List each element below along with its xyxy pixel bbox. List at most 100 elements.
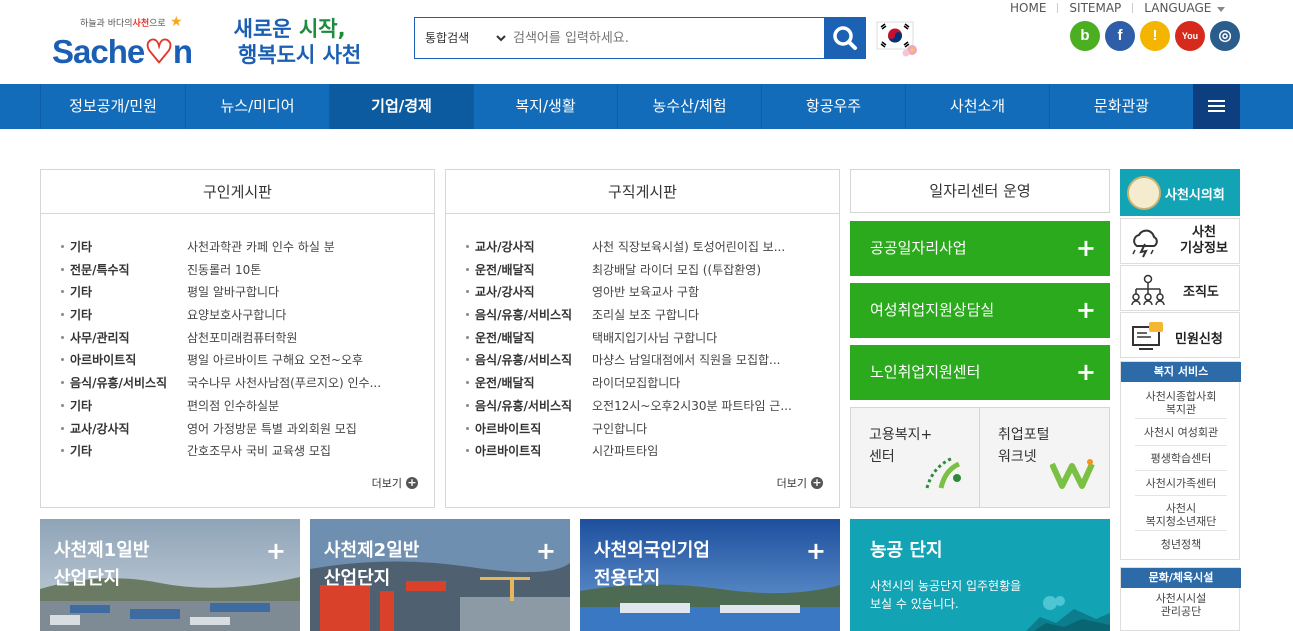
row-title[interactable]: 사천과학관 카페 인수 하실 분	[187, 238, 416, 255]
board-row[interactable]: 기타 요양보호사구합니다	[61, 304, 434, 327]
board-row[interactable]: 아르바이트직 평일 아르바이트 구해요 오전~오후	[61, 349, 434, 372]
row-title[interactable]: 평일 알바구합니다	[187, 283, 416, 300]
row-title[interactable]: 사천 직장보육시설) 토성어린이집 보...	[592, 238, 821, 255]
plus-icon: +	[1075, 234, 1096, 262]
board-row[interactable]: 아르바이트직 시간파트타임	[466, 440, 839, 463]
row-title[interactable]: 시간파트타임	[592, 442, 821, 459]
row-title[interactable]: 구인합니다	[592, 420, 821, 437]
search-scope-select[interactable]: 통합검색	[421, 26, 509, 50]
row-title[interactable]: 영아반 보육교사 구함	[592, 283, 821, 300]
row-title[interactable]: 요양보호사구합니다	[187, 306, 416, 323]
welfare-link-youth-policy[interactable]: 청년정책	[1121, 538, 1241, 551]
board-row[interactable]: 교사/강사직 영어 가정방문 특별 과외회원 모집	[61, 418, 434, 441]
kakaostory-icon[interactable]: !	[1140, 21, 1170, 51]
industrial-complex-2-tile[interactable]: 사천제2일반 산업단지 +	[310, 519, 570, 631]
board-row[interactable]: 운전/배달직 라이더모집합니다	[466, 372, 839, 395]
nav-item-aerospace[interactable]: 항공우주	[761, 84, 905, 129]
weather-label: 사천 기상정보	[1180, 225, 1228, 256]
search-button[interactable]	[824, 17, 866, 59]
welfare-link-family-center[interactable]: 사천시가족센터	[1121, 477, 1241, 490]
blog-icon[interactable]: b	[1070, 21, 1100, 51]
women-employment-button[interactable]: 여성취업지원상담실 +	[850, 283, 1110, 338]
nav-item-agriculture[interactable]: 농수산/체험	[617, 84, 761, 129]
nav-item-business[interactable]: 기업/경제	[329, 84, 473, 129]
row-title[interactable]: 오전12시~오후2시30분 파트타임 근...	[592, 397, 821, 414]
row-title[interactable]: 간호조무사 국비 교육생 모집	[187, 442, 416, 459]
row-title[interactable]: 삼천포미래컴퓨터학원	[187, 329, 416, 346]
employment-welfare-logo-icon	[925, 456, 961, 489]
row-title[interactable]: 조리실 보조 구합니다	[592, 306, 821, 323]
welfare-link-youth-foundation[interactable]: 사천시 복지청소년재단	[1121, 502, 1241, 528]
sitemap-link[interactable]: SITEMAP	[1069, 1, 1121, 15]
city-council-link[interactable]: 사천시의회	[1120, 169, 1240, 216]
org-chart-link[interactable]: 조직도	[1120, 265, 1240, 311]
row-title[interactable]: 마샹스 남일대점에서 직원을 모집합...	[592, 351, 821, 368]
board-row[interactable]: 운전/배달직 택배지입기사님 구합니다	[466, 327, 839, 350]
facebook-icon[interactable]: f	[1105, 21, 1135, 51]
employment-welfare-center-link[interactable]: 고용복지+ 센터	[851, 408, 980, 507]
nav-item-welfare[interactable]: 복지/생활	[473, 84, 617, 129]
industrial-complex-1-tile[interactable]: 사천제1일반 산업단지 +	[40, 519, 300, 631]
board-row[interactable]: 음식/유흥/서비스직 국수나무 사천사남점(푸르지오) 인수...	[61, 372, 434, 395]
board-row[interactable]: 기타 사천과학관 카페 인수 하실 분	[61, 236, 434, 259]
bullet	[466, 245, 469, 248]
row-title[interactable]: 편의점 인수하실분	[187, 397, 416, 414]
nav-item-culture[interactable]: 문화관광	[1049, 84, 1193, 129]
row-title[interactable]: 택배지입기사님 구합니다	[592, 329, 821, 346]
row-category: 아르바이트직	[475, 444, 542, 459]
welfare-link-women-hall[interactable]: 사천시 여성회관	[1121, 426, 1241, 439]
bullet	[466, 403, 469, 407]
instagram-icon[interactable]: ◎	[1210, 21, 1240, 51]
row-title[interactable]: 국수나무 사천사남점(푸르지오) 인수...	[187, 374, 416, 391]
board-row[interactable]: 교사/강사직 사천 직장보육시설) 토성어린이집 보...	[466, 236, 839, 259]
nav-item-news[interactable]: 뉴스/미디어	[185, 84, 329, 129]
menu-icon[interactable]	[1193, 84, 1240, 129]
row-title[interactable]: 최강배달 라이더 모집 ((투잡환영)	[592, 261, 821, 278]
row-category: 음식/유흥/서비스직	[475, 398, 573, 413]
senior-employment-button[interactable]: 노인취업지원센터 +	[850, 345, 1110, 400]
board-row[interactable]: 아르바이트직 구인합니다	[466, 418, 839, 441]
more-button[interactable]: 더보기 +	[372, 475, 418, 491]
civil-petition-link[interactable]: 민원신청	[1120, 312, 1240, 358]
row-title[interactable]: 라이더모집합니다	[592, 374, 821, 391]
nav-item-about[interactable]: 사천소개	[905, 84, 1049, 129]
tile-title: 사천제1일반 산업단지	[54, 540, 150, 589]
agro-industrial-complex-tile[interactable]: 농공 단지 사천시의 농공단지 입주현황을 보실 수 있습니다.	[850, 519, 1110, 631]
language-link[interactable]: LANGUAGE	[1144, 1, 1226, 15]
sacheon-logo[interactable]: 하늘과 바다의사천으로 ★ Sache♡n	[52, 14, 202, 70]
board-row[interactable]: 전문/특수직 진동롤러 10톤	[61, 259, 434, 282]
foreign-enterprise-complex-tile[interactable]: 사천외국인기업 전용단지 +	[580, 519, 840, 631]
more-button[interactable]: 더보기 +	[777, 475, 823, 491]
row-category: 음식/유흥/서비스직	[475, 308, 573, 323]
welfare-link-lifelong-learning[interactable]: 평생학습센터	[1121, 452, 1241, 465]
plus-icon: +	[805, 537, 826, 565]
board-row[interactable]: 교사/강사직 영아반 보육교사 구함	[466, 281, 839, 304]
board-row[interactable]: 기타 간호조무사 국비 교육생 모집	[61, 440, 434, 463]
youtube-icon[interactable]: You	[1175, 21, 1205, 51]
home-link[interactable]: HOME	[1010, 1, 1046, 15]
board-row[interactable]: 기타 평일 알바구합니다	[61, 281, 434, 304]
row-category: 교사/강사직	[475, 240, 535, 254]
nav-item-info[interactable]: 정보공개/민원	[40, 84, 185, 129]
row-category: 음식/유흥/서비스직	[475, 353, 573, 368]
korea-flag-icon[interactable]	[876, 20, 922, 58]
welfare-link-community[interactable]: 사천시종합사회 복지관	[1121, 390, 1241, 416]
culture-link-facility-corp[interactable]: 사천시시설 관리공단	[1121, 592, 1241, 618]
row-category: 아르바이트직	[70, 353, 137, 368]
board-row[interactable]: 기타 편의점 인수하실분	[61, 395, 434, 418]
board-row[interactable]: 음식/유흥/서비스직 마샹스 남일대점에서 직원을 모집합...	[466, 349, 839, 372]
board-row[interactable]: 음식/유흥/서비스직 오전12시~오후2시30분 파트타임 근...	[466, 395, 839, 418]
bullet	[61, 403, 64, 407]
board-row[interactable]: 운전/배달직 최강배달 라이더 모집 ((투잡환영)	[466, 259, 839, 282]
public-jobs-button[interactable]: 공공일자리사업 +	[850, 221, 1110, 276]
search-input[interactable]	[509, 22, 819, 54]
bullet	[61, 267, 64, 271]
board-row[interactable]: 음식/유흥/서비스직 조리실 보조 구합니다	[466, 304, 839, 327]
row-title[interactable]: 평일 아르바이트 구해요 오전~오후	[187, 351, 416, 368]
row-title[interactable]: 영어 가정방문 특별 과외회원 모집	[187, 420, 416, 437]
board-row[interactable]: 사무/관리직 삼천포미래컴퓨터학원	[61, 327, 434, 350]
worknet-link[interactable]: 취업포털 워크넷	[980, 408, 1109, 507]
council-label: 사천시의회	[1165, 188, 1225, 203]
row-title[interactable]: 진동롤러 10톤	[187, 261, 416, 278]
weather-link[interactable]: 사천 기상정보	[1120, 218, 1240, 264]
